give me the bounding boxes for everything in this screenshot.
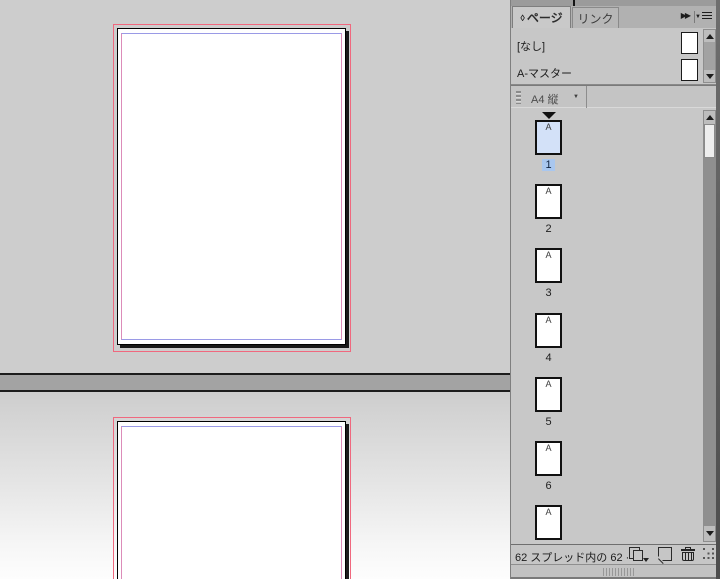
page-number-text: 2 <box>545 223 551 235</box>
document-canvas[interactable] <box>0 0 511 579</box>
scrollbar-track[interactable] <box>704 158 715 526</box>
panel-resize-grip[interactable] <box>703 548 716 561</box>
page-thumbnail[interactable]: A <box>535 441 562 476</box>
margin-guides <box>121 33 342 340</box>
master-page-row[interactable]: [なし] <box>511 30 701 57</box>
spread-count-text: 62 スプレッド内の 62 · <box>515 549 629 565</box>
scroll-up-button[interactable] <box>704 111 715 124</box>
scroll-down-button[interactable] <box>704 526 715 541</box>
master-letter-label: A <box>537 186 560 197</box>
resize-grip-icon <box>703 548 705 550</box>
page-thumbnail[interactable]: A <box>535 120 562 155</box>
drag-grip-icon[interactable] <box>516 91 521 104</box>
arrow-down-icon <box>706 74 714 79</box>
page-number-label[interactable]: 6 <box>511 480 586 492</box>
collapse-panel-icon[interactable]: ▶▶ <box>681 11 689 20</box>
page-thumbnail[interactable]: A <box>535 248 562 283</box>
page-number-text: 1 <box>542 159 554 171</box>
panel-tab-bar: ◊ ページ リンク ▶▶ ▼ <box>511 6 717 28</box>
page-thumbnail[interactable]: A <box>535 313 562 348</box>
size-bar-separator <box>586 86 587 108</box>
pages-scrollbar[interactable] <box>703 110 716 542</box>
current-page-marker-icon <box>542 112 556 119</box>
master-letter-label: A <box>537 443 560 454</box>
page-number-label[interactable]: 2 <box>511 223 586 235</box>
trash-icon <box>681 549 695 551</box>
scroll-down-button[interactable] <box>704 70 715 82</box>
master-letter-label: A <box>537 250 560 261</box>
tab-pages[interactable]: ◊ ページ <box>512 6 571 28</box>
master-page-thumbnail[interactable] <box>681 32 698 54</box>
tab-links-label: リンク <box>577 10 613 27</box>
margin-guides <box>121 426 342 579</box>
page-number-label[interactable]: 3 <box>511 287 586 299</box>
masters-scrollbar[interactable] <box>703 29 716 83</box>
document-page[interactable] <box>117 421 346 579</box>
page-number-label[interactable]: 5 <box>511 416 586 428</box>
trash-icon <box>682 552 694 561</box>
master-page-label: A-マスター <box>517 65 572 81</box>
master-letter-label: A <box>537 315 560 326</box>
chevron-down-icon[interactable]: ▼ <box>573 94 579 100</box>
window-edge <box>716 0 720 579</box>
pages-list: A 1 A 2 A 3 A 4 A 5 A 6 A <box>511 108 717 544</box>
page-number-label[interactable]: 4 <box>511 352 586 364</box>
arrow-down-icon <box>706 531 714 536</box>
scrollbar-thumb[interactable] <box>704 124 715 158</box>
panel-horizontal-scrollbar[interactable] <box>511 564 717 579</box>
arrow-up-icon <box>706 115 714 120</box>
pages-panel: ◊ ページ リンク ▶▶ ▼ [なし] A-マスター A4 縦 <box>510 0 720 579</box>
master-pages-list: [なし] A-マスター <box>511 28 717 85</box>
page-thumbnail[interactable]: A <box>535 184 562 219</box>
page-number-label[interactable]: 1 <box>511 159 586 171</box>
spread-divider-bar <box>0 373 511 392</box>
scroll-up-button[interactable] <box>704 30 715 42</box>
page-thumbnail[interactable]: A <box>535 505 562 540</box>
chevron-down-icon: ▼ <box>695 14 701 20</box>
page-size-dropdown[interactable]: A4 縦 <box>531 91 559 107</box>
arrow-up-icon <box>706 34 714 39</box>
tab-links[interactable]: リンク <box>572 7 619 28</box>
master-page-thumbnail[interactable] <box>681 59 698 81</box>
master-letter-label: A <box>537 379 560 390</box>
page-number-text: 6 <box>545 480 551 492</box>
page-number-text: 5 <box>545 416 551 428</box>
tab-pages-label: ページ <box>527 9 563 26</box>
panel-menu-icon[interactable]: ▼ <box>695 12 712 21</box>
menu-lines-icon <box>702 12 712 21</box>
chevron-down-icon <box>643 558 649 562</box>
delete-page-button[interactable] <box>680 547 696 562</box>
edit-page-size-button[interactable] <box>629 547 651 563</box>
master-letter-label: A <box>537 122 560 133</box>
scrollbar-track[interactable] <box>704 42 715 70</box>
master-page-label: [なし] <box>517 38 545 54</box>
master-letter-label: A <box>537 507 560 518</box>
application-window: ◊ ページ リンク ▶▶ ▼ [なし] A-マスター A4 縦 <box>0 0 720 579</box>
page-thumbnail[interactable]: A <box>535 377 562 412</box>
page-number-text: 3 <box>545 287 551 299</box>
document-page[interactable] <box>117 28 346 345</box>
new-page-button[interactable] <box>658 547 672 561</box>
panel-cycle-icon: ◊ <box>520 13 524 23</box>
pages-icon <box>633 550 643 561</box>
master-page-row[interactable]: A-マスター <box>511 57 701 84</box>
scrollbar-grip-icon <box>603 568 635 576</box>
panel-status-bar: 62 スプレッド内の 62 · <box>511 544 717 564</box>
page-size-bar: A4 縦 ▼ <box>511 85 717 108</box>
page-number-text: 4 <box>545 352 551 364</box>
